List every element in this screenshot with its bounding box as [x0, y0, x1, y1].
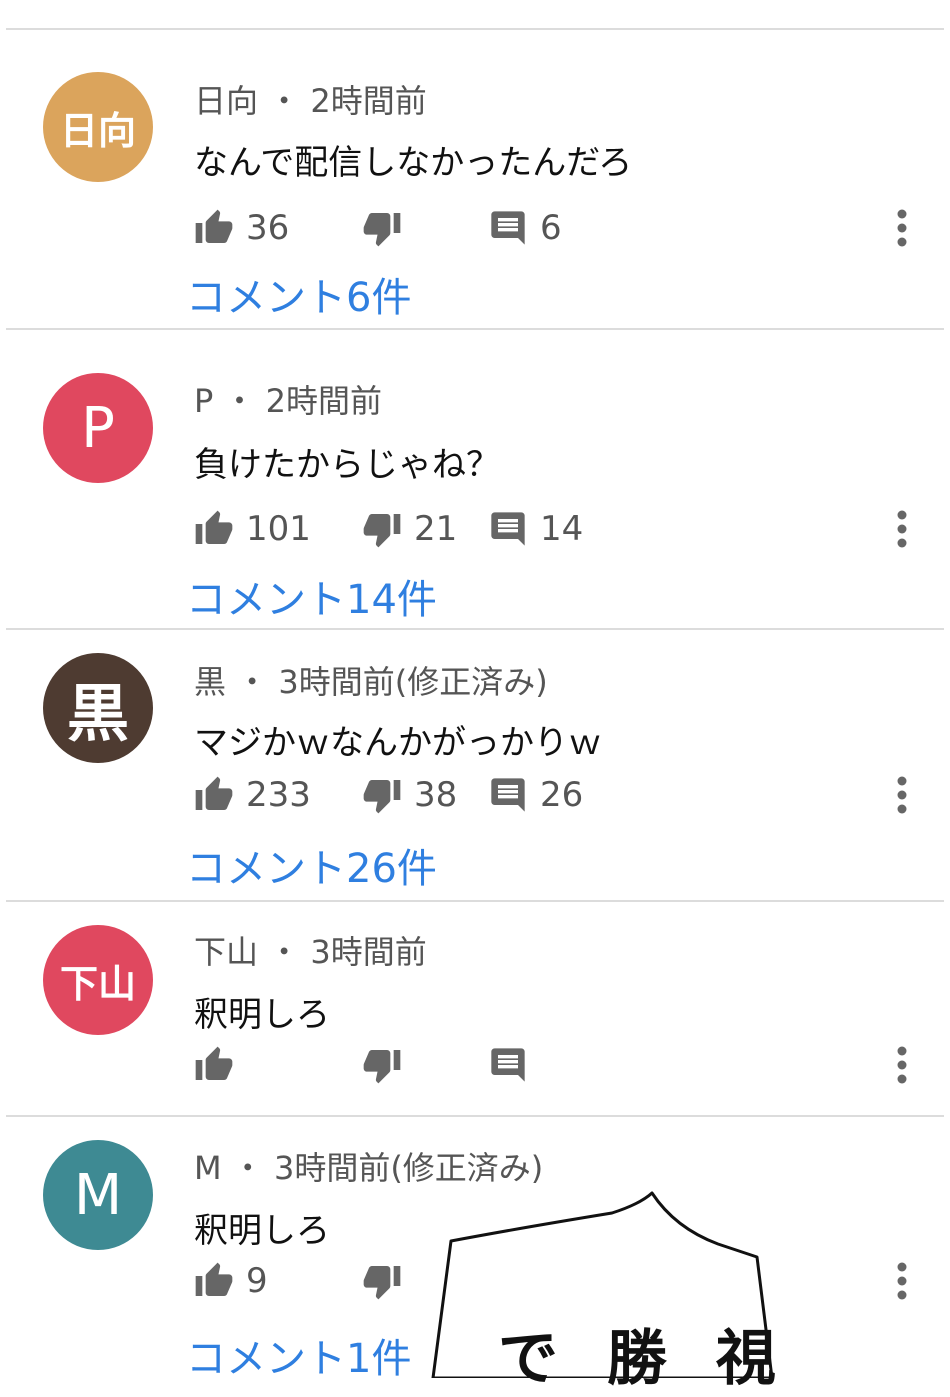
comment-text: 負けたからじゃね？: [194, 445, 500, 485]
like-button[interactable]: 233: [194, 772, 311, 818]
reply-button[interactable]: 1: [488, 1258, 562, 1304]
comment-actions: 233 38 26: [194, 772, 894, 818]
divider: [6, 628, 944, 630]
like-count: 9: [246, 1261, 268, 1301]
like-button[interactable]: 36: [194, 205, 289, 251]
avatar-initials: 黒: [66, 677, 129, 750]
thumb-up-icon: [194, 509, 234, 549]
thumb-up-icon: [194, 775, 234, 815]
avatar[interactable]: 黒: [43, 653, 153, 763]
view-replies-link[interactable]: コメント6件: [186, 265, 411, 323]
thumb-down-icon: [362, 1045, 402, 1085]
dislike-count: 38: [414, 775, 458, 815]
divider: [6, 1115, 944, 1117]
avatar[interactable]: 下山: [43, 925, 153, 1035]
comment-icon: [488, 208, 528, 248]
like-count: 101: [246, 509, 311, 549]
more-vert-icon: [890, 1042, 914, 1088]
reply-button[interactable]: 14: [488, 506, 583, 552]
comment-text: マジかｗなんかがっかりｗ: [194, 723, 602, 763]
reply-count: 26: [540, 775, 584, 815]
thumb-up-icon: [194, 1261, 234, 1301]
comment-author-time: P ・ 2時間前: [194, 382, 383, 420]
dislike-button[interactable]: [362, 205, 414, 251]
avatar-initials: 下山: [59, 961, 136, 1006]
comment-author-time: 下山 ・ 3時間前: [194, 933, 427, 971]
comment-text: 釈明しろ: [194, 1211, 330, 1251]
dislike-button[interactable]: 38: [362, 772, 457, 818]
like-button[interactable]: 101: [194, 506, 311, 552]
like-button[interactable]: 9: [194, 1258, 268, 1304]
reply-button[interactable]: 26: [488, 772, 583, 818]
comment-icon: [488, 775, 528, 815]
thumb-up-icon: [194, 208, 234, 248]
thumb-down-icon: [362, 509, 402, 549]
comment-actions: 101 21 14: [194, 506, 894, 552]
dislike-button[interactable]: [362, 1042, 414, 1088]
more-vert-icon: [890, 205, 914, 251]
divider: [6, 28, 944, 30]
avatar-initials: 日向: [59, 108, 136, 153]
more-button[interactable]: [890, 1042, 914, 1088]
reply-count: 14: [540, 509, 584, 549]
reply-button[interactable]: [488, 1042, 540, 1088]
avatar-initials: P: [81, 395, 115, 461]
comment-actions: 9 1: [194, 1258, 894, 1304]
comment-icon: [488, 1045, 528, 1085]
reply-count: 1: [540, 1261, 562, 1301]
more-vert-icon: [890, 772, 914, 818]
view-replies-link[interactable]: コメント14件: [186, 567, 437, 625]
avatar-initials: M: [73, 1162, 123, 1228]
comment-icon: [488, 1261, 528, 1301]
comment-actions: [194, 1042, 894, 1088]
comment-actions: 36 6: [194, 205, 894, 251]
dislike-button[interactable]: [362, 1258, 414, 1304]
divider: [6, 900, 944, 902]
view-replies-link[interactable]: コメント1件: [186, 1326, 411, 1384]
comment-text: 釈明しろ: [194, 995, 330, 1035]
dislike-count: 21: [414, 509, 458, 549]
comment-text: なんで配信しなかったんだろ: [194, 143, 633, 183]
like-count: 233: [246, 775, 311, 815]
avatar[interactable]: M: [43, 1140, 153, 1250]
thumb-down-icon: [362, 775, 402, 815]
avatar[interactable]: 日向: [43, 72, 153, 182]
more-button[interactable]: [890, 1258, 914, 1304]
speech-balloon-text: で 勝 視: [498, 1324, 790, 1394]
divider: [6, 328, 944, 330]
dislike-button[interactable]: 21: [362, 506, 457, 552]
view-replies-link[interactable]: コメント26件: [186, 836, 437, 894]
thumb-down-icon: [362, 208, 402, 248]
thumb-down-icon: [362, 1261, 402, 1301]
reply-count: 6: [540, 208, 562, 248]
avatar[interactable]: P: [43, 373, 153, 483]
more-button[interactable]: [890, 506, 914, 552]
comment-author-time: 黒 ・ 3時間前(修正済み): [194, 663, 548, 701]
comment-author-time: 日向 ・ 2時間前: [194, 82, 427, 120]
like-count: 36: [246, 208, 290, 248]
more-vert-icon: [890, 506, 914, 552]
more-button[interactable]: [890, 205, 914, 251]
more-button[interactable]: [890, 772, 914, 818]
thumb-up-icon: [194, 1045, 234, 1085]
comment-icon: [488, 509, 528, 549]
reply-button[interactable]: 6: [488, 205, 562, 251]
more-vert-icon: [890, 1258, 914, 1304]
like-button[interactable]: [194, 1042, 246, 1088]
comment-author-time: M ・ 3時間前(修正済み): [194, 1149, 544, 1187]
